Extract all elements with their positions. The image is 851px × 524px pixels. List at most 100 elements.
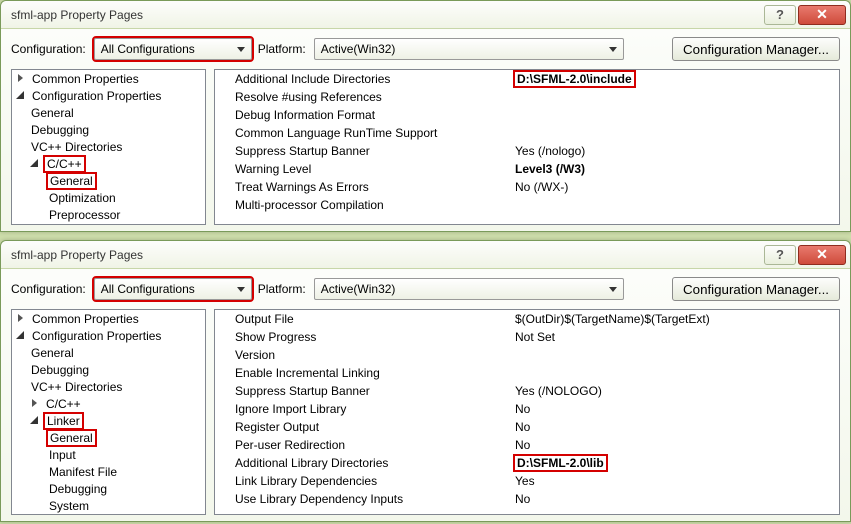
- tree-item-vc-directories[interactable]: VC++ Directories: [12, 378, 205, 395]
- property-value: No: [515, 402, 530, 416]
- property-value: Yes (/NOLOGO): [515, 384, 602, 398]
- configuration-manager-button[interactable]: Configuration Manager...: [672, 37, 840, 61]
- configuration-dropdown[interactable]: All Configurations: [94, 278, 252, 300]
- property-value: No: [515, 438, 530, 452]
- property-name: Debug Information Format: [235, 108, 515, 122]
- property-row[interactable]: Additional Library DirectoriesD:\SFML-2.…: [215, 454, 839, 472]
- property-row[interactable]: Version: [215, 346, 839, 364]
- property-pages-window-1: sfml-app Property Pages ? ✕ Configuratio…: [0, 0, 851, 232]
- property-row[interactable]: Common Language RunTime Support: [215, 124, 839, 142]
- property-name: Additional Include Directories: [235, 72, 515, 86]
- property-row[interactable]: Output File$(OutDir)$(TargetName)$(Targe…: [215, 310, 839, 328]
- property-name: Per-user Redirection: [235, 438, 515, 452]
- property-row[interactable]: Suppress Startup BannerYes (/nologo): [215, 142, 839, 160]
- titlebar[interactable]: sfml-app Property Pages ? ✕: [1, 241, 850, 269]
- property-grid[interactable]: Additional Include DirectoriesD:\SFML-2.…: [214, 69, 840, 225]
- property-row[interactable]: Register OutputNo: [215, 418, 839, 436]
- property-row[interactable]: Additional Include DirectoriesD:\SFML-2.…: [215, 70, 839, 88]
- configuration-value: All Configurations: [101, 42, 195, 56]
- property-name: Enable Incremental Linking: [235, 366, 515, 380]
- tree-item-general[interactable]: General: [12, 104, 205, 121]
- expand-icon[interactable]: [30, 398, 41, 409]
- tree-item-common-properties[interactable]: Common Properties: [12, 310, 205, 327]
- property-name: Additional Library Directories: [235, 456, 515, 470]
- property-name: Show Progress: [235, 330, 515, 344]
- property-value: No: [515, 420, 530, 434]
- platform-value: Active(Win32): [321, 42, 396, 56]
- property-row[interactable]: Warning LevelLevel3 (/W3): [215, 160, 839, 178]
- tree-item-linker[interactable]: Linker: [12, 412, 205, 429]
- property-name: Register Output: [235, 420, 515, 434]
- help-button[interactable]: ?: [764, 245, 796, 265]
- property-row[interactable]: Suppress Startup BannerYes (/NOLOGO): [215, 382, 839, 400]
- tree-item-manifest-file[interactable]: Manifest File: [12, 463, 205, 480]
- titlebar[interactable]: sfml-app Property Pages ? ✕: [1, 1, 850, 29]
- platform-label: Platform:: [258, 42, 306, 56]
- tree-item-vc-directories[interactable]: VC++ Directories: [12, 138, 205, 155]
- configuration-manager-button[interactable]: Configuration Manager...: [672, 277, 840, 301]
- property-row[interactable]: Ignore Import LibraryNo: [215, 400, 839, 418]
- platform-dropdown[interactable]: Active(Win32): [314, 278, 624, 300]
- tree-item-linker-debugging[interactable]: Debugging: [12, 480, 205, 497]
- window-title: sfml-app Property Pages: [11, 248, 762, 262]
- property-name: Warning Level: [235, 162, 515, 176]
- property-row[interactable]: Debug Information Format: [215, 106, 839, 124]
- property-row[interactable]: Multi-processor Compilation: [215, 196, 839, 214]
- property-value: Yes (/nologo): [515, 144, 585, 158]
- property-name: Common Language RunTime Support: [235, 126, 515, 140]
- property-pages-window-2: sfml-app Property Pages ? ✕ Configuratio…: [0, 240, 851, 522]
- config-toolbar: Configuration: All Configurations Platfo…: [1, 29, 850, 69]
- tree-item-debugging[interactable]: Debugging: [12, 121, 205, 138]
- property-name: Resolve #using References: [235, 90, 515, 104]
- property-name: Treat Warnings As Errors: [235, 180, 515, 194]
- property-value: D:\SFML-2.0\include: [515, 72, 634, 86]
- tree-item-ccpp[interactable]: C/C++: [12, 395, 205, 412]
- configuration-value: All Configurations: [101, 282, 195, 296]
- property-grid[interactable]: Output File$(OutDir)$(TargetName)$(Targe…: [214, 309, 840, 515]
- tree-item-common-properties[interactable]: Common Properties: [12, 70, 205, 87]
- expand-icon[interactable]: [16, 73, 27, 84]
- property-tree[interactable]: Common Properties Configuration Properti…: [11, 309, 206, 515]
- help-button[interactable]: ?: [764, 5, 796, 25]
- property-row[interactable]: Treat Warnings As ErrorsNo (/WX-): [215, 178, 839, 196]
- tree-item-configuration-properties[interactable]: Configuration Properties: [12, 87, 205, 104]
- tree-item-preprocessor[interactable]: Preprocessor: [12, 206, 205, 223]
- platform-value: Active(Win32): [321, 282, 396, 296]
- close-button[interactable]: ✕: [798, 245, 846, 265]
- property-name: Multi-processor Compilation: [235, 198, 515, 212]
- tree-item-ccpp[interactable]: C/C++: [12, 155, 205, 172]
- platform-dropdown[interactable]: Active(Win32): [314, 38, 624, 60]
- tree-item-system[interactable]: System: [12, 497, 205, 514]
- collapse-icon[interactable]: [16, 330, 27, 341]
- close-button[interactable]: ✕: [798, 5, 846, 25]
- tree-item-ccpp-general[interactable]: General: [12, 172, 205, 189]
- tree-item-optimization[interactable]: Optimization: [12, 189, 205, 206]
- configuration-dropdown[interactable]: All Configurations: [94, 38, 252, 60]
- property-name: Link Library Dependencies: [235, 474, 515, 488]
- property-value: Yes: [515, 474, 535, 488]
- tree-item-linker-general[interactable]: General: [12, 429, 205, 446]
- property-row[interactable]: Show ProgressNot Set: [215, 328, 839, 346]
- configuration-label: Configuration:: [11, 42, 86, 56]
- property-row[interactable]: Per-user RedirectionNo: [215, 436, 839, 454]
- collapse-icon[interactable]: [30, 158, 41, 169]
- property-row[interactable]: Resolve #using References: [215, 88, 839, 106]
- property-row[interactable]: Enable Incremental Linking: [215, 364, 839, 382]
- property-name: Output File: [235, 312, 515, 326]
- expand-icon[interactable]: [16, 313, 27, 324]
- property-name: Version: [235, 348, 515, 362]
- property-value: $(OutDir)$(TargetName)$(TargetExt): [515, 312, 710, 326]
- collapse-icon[interactable]: [30, 415, 41, 426]
- property-row[interactable]: Use Library Dependency InputsNo: [215, 490, 839, 508]
- configuration-label: Configuration:: [11, 282, 86, 296]
- property-name: Ignore Import Library: [235, 402, 515, 416]
- platform-label: Platform:: [258, 282, 306, 296]
- property-row[interactable]: Link Library DependenciesYes: [215, 472, 839, 490]
- property-tree[interactable]: Common Properties Configuration Properti…: [11, 69, 206, 225]
- collapse-icon[interactable]: [16, 90, 27, 101]
- tree-item-debugging[interactable]: Debugging: [12, 361, 205, 378]
- tree-item-configuration-properties[interactable]: Configuration Properties: [12, 327, 205, 344]
- tree-item-general[interactable]: General: [12, 344, 205, 361]
- window-title: sfml-app Property Pages: [11, 8, 762, 22]
- tree-item-input[interactable]: Input: [12, 446, 205, 463]
